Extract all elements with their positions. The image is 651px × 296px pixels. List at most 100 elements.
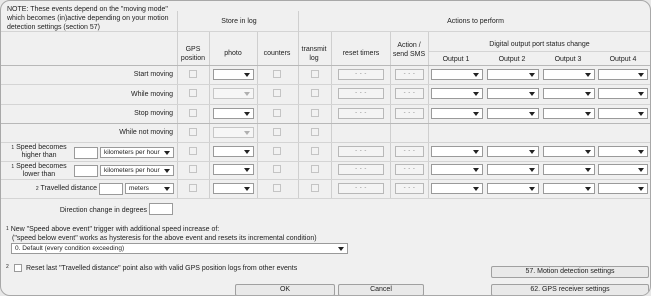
counters-checkbox[interactable] <box>273 128 281 136</box>
reset-travelled-checkbox[interactable] <box>14 264 22 272</box>
counters-checkbox[interactable] <box>273 89 281 97</box>
counters-checkbox[interactable] <box>273 165 281 173</box>
output-3-select[interactable] <box>543 108 595 119</box>
travelled-distance-unit-select[interactable]: meters <box>125 183 174 194</box>
reset-timers-button[interactable]: - - - <box>338 146 384 157</box>
transmit-log-checkbox[interactable] <box>311 184 319 192</box>
action-sms-button[interactable]: - - - <box>395 88 424 99</box>
chevron-down-icon <box>473 73 479 77</box>
row-label-stop-moving: Stop moving <box>134 110 173 117</box>
speed-higher-label: 1 Speed becomes higher than <box>5 144 73 160</box>
speed-lower-unit-select[interactable]: kilometers per hour <box>100 165 174 176</box>
action-sms-button[interactable]: - - - <box>395 69 424 80</box>
photo-select[interactable] <box>213 146 254 157</box>
chevron-down-icon <box>529 73 535 77</box>
speed-higher-unit-select[interactable]: kilometers per hour <box>100 147 174 158</box>
gps-position-checkbox[interactable] <box>189 147 197 155</box>
photo-select[interactable] <box>213 164 254 175</box>
transmit-log-checkbox[interactable] <box>311 147 319 155</box>
counters-checkbox[interactable] <box>273 147 281 155</box>
output-2-select[interactable] <box>487 146 539 157</box>
output-3-select[interactable] <box>543 88 595 99</box>
transmit-log-checkbox[interactable] <box>311 128 319 136</box>
output-4-select[interactable] <box>598 108 648 119</box>
output-2-select[interactable] <box>487 183 539 194</box>
output-2-select[interactable] <box>487 108 539 119</box>
output-4-select[interactable] <box>598 183 648 194</box>
gps-position-checkbox[interactable] <box>189 128 197 136</box>
gps-position-header: GPS position <box>180 46 206 62</box>
motion-detection-settings-button[interactable]: 57. Motion detection settings <box>491 266 649 278</box>
output-4-select[interactable] <box>598 164 648 175</box>
speed-higher-input[interactable] <box>74 147 98 159</box>
transmit-log-checkbox[interactable] <box>311 109 319 117</box>
transmit-log-checkbox[interactable] <box>311 165 319 173</box>
output-4-select[interactable] <box>598 69 648 80</box>
output-3-select[interactable] <box>543 183 595 194</box>
photo-select[interactable] <box>213 127 254 138</box>
counters-checkbox[interactable] <box>273 109 281 117</box>
output-4-select[interactable] <box>598 146 648 157</box>
grid-line <box>257 32 258 199</box>
cancel-button[interactable]: Cancel <box>338 284 424 295</box>
counters-checkbox[interactable] <box>273 184 281 192</box>
chevron-down-icon <box>338 247 344 251</box>
transmit-log-checkbox[interactable] <box>311 70 319 78</box>
action-sms-button[interactable]: - - - <box>395 108 424 119</box>
output-3-select[interactable] <box>543 146 595 157</box>
speed-higher-unit-value: kilometers per hour <box>104 149 160 156</box>
output-1-select[interactable] <box>431 183 483 194</box>
gps-position-checkbox[interactable] <box>189 109 197 117</box>
grid-line <box>209 32 210 199</box>
chevron-down-icon <box>585 73 591 77</box>
photo-select[interactable] <box>213 183 254 194</box>
chevron-down-icon <box>638 150 644 154</box>
photo-select[interactable] <box>213 108 254 119</box>
reset-timers-button[interactable]: - - - <box>338 88 384 99</box>
footnote-marker: 1 <box>6 226 9 232</box>
output-3-select[interactable] <box>543 164 595 175</box>
output-1-select[interactable] <box>431 108 483 119</box>
output-1-select[interactable] <box>431 88 483 99</box>
gps-position-checkbox[interactable] <box>189 70 197 78</box>
moving-mode-note: NOTE: These events depend on the "moving… <box>7 6 169 31</box>
action-sms-button[interactable]: - - - <box>395 183 424 194</box>
photo-select[interactable] <box>213 88 254 99</box>
speed-lower-input[interactable] <box>74 165 98 177</box>
counters-checkbox[interactable] <box>273 70 281 78</box>
chevron-down-icon <box>529 112 535 116</box>
output-2-select[interactable] <box>487 69 539 80</box>
gps-position-checkbox[interactable] <box>189 165 197 173</box>
output-2-select[interactable] <box>487 88 539 99</box>
gps-receiver-settings-button[interactable]: 62. GPS receiver settings <box>491 284 649 295</box>
chevron-down-icon <box>244 150 250 154</box>
output-1-select[interactable] <box>431 69 483 80</box>
travelled-distance-input[interactable] <box>99 183 123 195</box>
output-2-select[interactable] <box>487 164 539 175</box>
output-1-select[interactable] <box>431 146 483 157</box>
output-4-select[interactable] <box>598 88 648 99</box>
row-separator <box>1 84 650 85</box>
speed-increase-select[interactable]: 0. Default (every condition exceeding) <box>11 243 348 254</box>
chevron-down-icon <box>473 112 479 116</box>
gps-position-checkbox[interactable] <box>189 89 197 97</box>
gps-position-checkbox[interactable] <box>189 184 197 192</box>
ok-button[interactable]: OK <box>235 284 335 295</box>
header-divider <box>1 31 650 32</box>
reset-timers-button[interactable]: - - - <box>338 183 384 194</box>
direction-change-label: Direction change in degrees <box>59 207 147 214</box>
direction-change-input[interactable] <box>149 203 173 215</box>
row-separator <box>1 198 650 199</box>
footnote-1-line2: ("speed below event" works as hysteresis… <box>12 235 317 242</box>
output-3-select[interactable] <box>543 69 595 80</box>
action-sms-button[interactable]: - - - <box>395 164 424 175</box>
speed-lower-unit-value: kilometers per hour <box>104 167 160 174</box>
reset-timers-button[interactable]: - - - <box>338 164 384 175</box>
transmit-log-checkbox[interactable] <box>311 89 319 97</box>
chevron-down-icon <box>529 168 535 172</box>
reset-timers-button[interactable]: - - - <box>338 108 384 119</box>
photo-select[interactable] <box>213 69 254 80</box>
reset-timers-button[interactable]: - - - <box>338 69 384 80</box>
output-1-select[interactable] <box>431 164 483 175</box>
action-sms-button[interactable]: - - - <box>395 146 424 157</box>
